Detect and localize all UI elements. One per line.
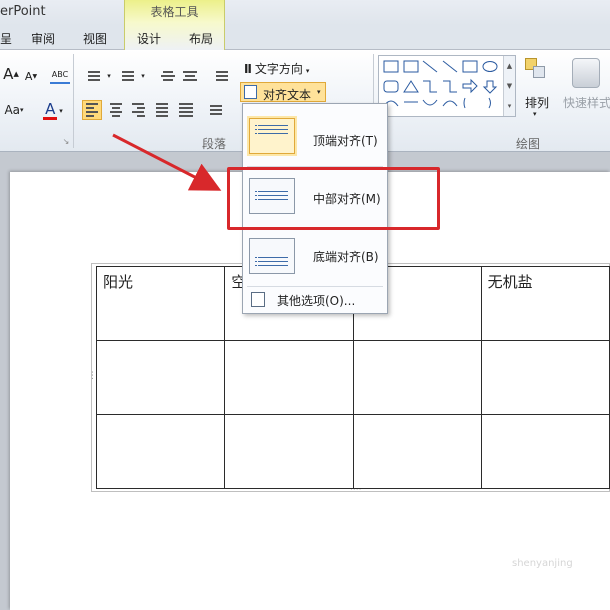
highlight-box <box>227 167 440 230</box>
annotation-arrow <box>112 133 222 191</box>
watermark: shenyanjing <box>512 558 573 569</box>
